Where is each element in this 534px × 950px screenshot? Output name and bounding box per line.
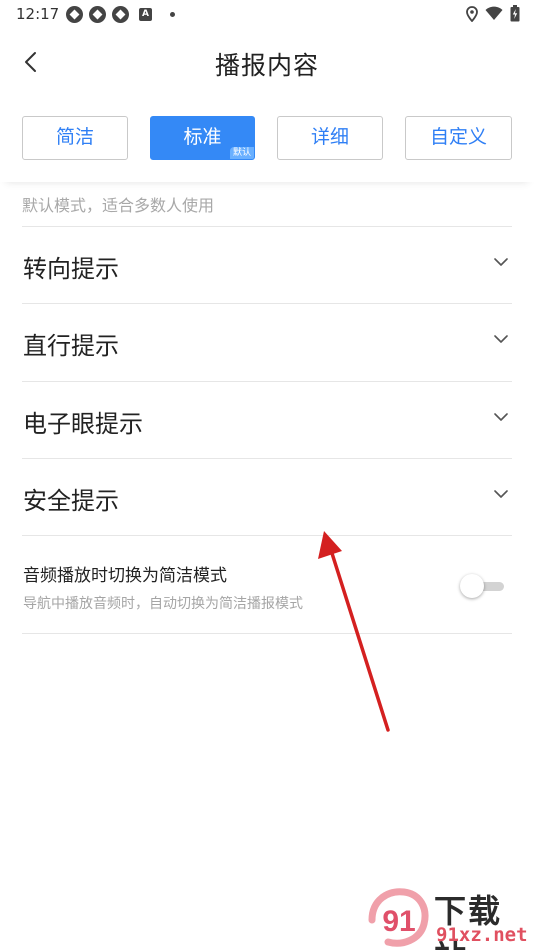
tab-label: 自定义 (429, 126, 487, 148)
tab-concise[interactable]: 简洁 (22, 116, 128, 160)
section-camera-prompt[interactable]: 电子眼提示 (22, 381, 512, 458)
watermark-logo: 91 (368, 888, 429, 947)
section-label: 安全提示 (23, 487, 119, 515)
chevron-down-icon (494, 258, 508, 266)
tab-label: 详细 (310, 126, 349, 148)
chevron-down-icon (494, 335, 508, 343)
dot-icon (170, 12, 175, 17)
section-straight-prompt[interactable]: 直行提示 (22, 303, 512, 380)
a-icon: A (139, 8, 152, 21)
notification-icons: A (66, 6, 175, 23)
watermark-logo-text: 91 (382, 905, 415, 938)
page-title: 播报内容 (214, 51, 319, 80)
location-icon (466, 5, 478, 22)
annotation-arrow (318, 531, 390, 732)
app-notification-icon (66, 6, 83, 23)
toggle-knob (460, 574, 484, 598)
status-bar: 12:17 A (0, 0, 534, 28)
app-notification-icon (89, 6, 106, 23)
audio-concise-setting: 音频播放时切换为简洁模式 导航中播放音频时，自动切换为简洁播报模式 (22, 535, 512, 634)
default-badge: 默认 (229, 147, 254, 159)
tab-label: 简洁 (55, 126, 94, 148)
battery-charging-icon (510, 5, 520, 22)
status-time: 12:17 (16, 5, 60, 23)
app-notification-icon (112, 6, 129, 23)
audio-concise-toggle[interactable] (460, 573, 506, 599)
section-label: 直行提示 (23, 332, 119, 360)
wifi-icon (485, 6, 503, 20)
mode-description: 默认模式，适合多数人使用 (22, 196, 215, 215)
tab-detailed[interactable]: 详细 (277, 116, 383, 160)
chevron-down-icon (494, 413, 508, 421)
section-turn-prompt[interactable]: 转向提示 (22, 226, 512, 303)
watermark-url: 91xz.net (436, 924, 528, 946)
tab-label: 标准 (183, 126, 222, 148)
tab-custom[interactable]: 自定义 (405, 116, 512, 160)
watermark: 91 下载站 91xz.net (366, 884, 534, 950)
section-label: 转向提示 (23, 255, 119, 283)
header: 播报内容 (0, 30, 534, 94)
section-label: 电子眼提示 (23, 410, 143, 438)
section-safety-prompt[interactable]: 安全提示 (22, 458, 512, 535)
tab-standard[interactable]: 标准 默认 (150, 116, 255, 160)
setting-subtitle: 导航中播放音频时，自动切换为简洁播报模式 (23, 596, 303, 612)
chevron-down-icon (494, 490, 508, 498)
setting-title: 音频播放时切换为简洁模式 (23, 566, 227, 586)
system-icons (466, 5, 520, 22)
mode-tab-row: 简洁 标准 默认 详细 自定义 (0, 100, 534, 182)
